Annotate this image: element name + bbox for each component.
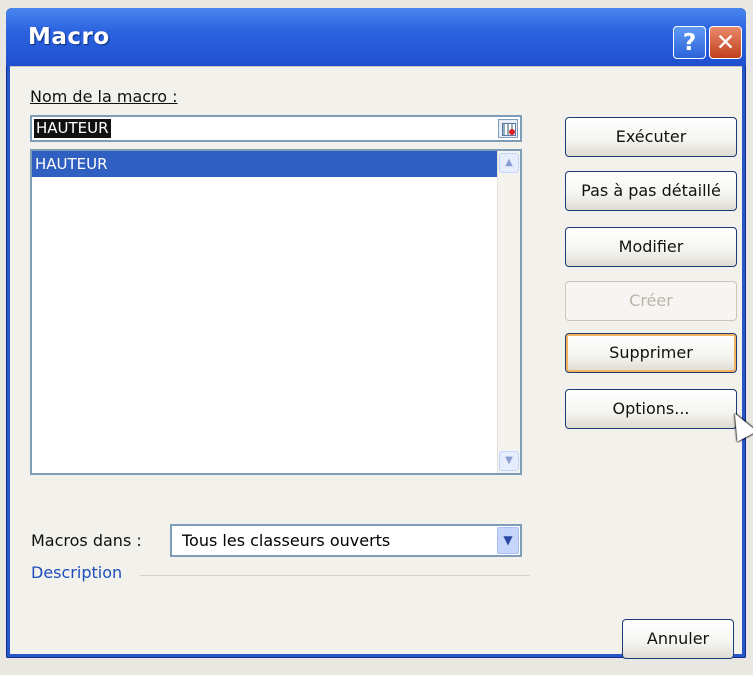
macro-name-label-text: Nom de la macro : bbox=[30, 87, 178, 106]
options-button[interactable]: Options... bbox=[565, 389, 737, 429]
refedit-icon[interactable] bbox=[498, 119, 518, 138]
description-divider bbox=[140, 575, 530, 576]
edit-button[interactable]: Modifier bbox=[565, 227, 737, 267]
macro-dialog: Macro ? ✕ Nom de la macro : HAUTEUR HAUT… bbox=[6, 8, 753, 659]
list-item[interactable]: HAUTEUR bbox=[32, 151, 498, 177]
list-scrollbar[interactable]: ▲ ▼ bbox=[497, 151, 520, 473]
scroll-up-icon[interactable]: ▲ bbox=[499, 153, 519, 173]
help-button[interactable]: ? bbox=[673, 26, 706, 59]
description-label: Description bbox=[31, 563, 123, 582]
macros-in-select[interactable]: Tous les classeurs ouverts ▼ bbox=[170, 524, 522, 557]
macro-name-value: HAUTEUR bbox=[34, 119, 111, 138]
title-bar: Macro ? ✕ bbox=[6, 8, 746, 66]
create-button[interactable]: Créer bbox=[565, 281, 737, 321]
macros-in-label: Macros dans : bbox=[31, 531, 142, 550]
macro-list[interactable]: HAUTEUR ▲ ▼ bbox=[30, 149, 522, 475]
scroll-down-icon[interactable]: ▼ bbox=[499, 451, 519, 471]
macro-name-input[interactable]: HAUTEUR bbox=[30, 115, 522, 142]
chevron-down-icon[interactable]: ▼ bbox=[497, 527, 519, 554]
execute-button[interactable]: Exécuter bbox=[565, 117, 737, 157]
cancel-button[interactable]: Annuler bbox=[622, 619, 734, 659]
dialog-body: Nom de la macro : HAUTEUR HAUTEUR ▲ ▼ Ex… bbox=[10, 66, 753, 659]
dialog-title: Macro bbox=[28, 24, 110, 50]
macro-name-label: Nom de la macro : bbox=[30, 87, 178, 106]
macros-in-value: Tous les classeurs ouverts bbox=[182, 531, 391, 550]
step-into-button[interactable]: Pas à pas détaillé bbox=[565, 171, 737, 211]
delete-button[interactable]: Supprimer bbox=[565, 333, 737, 373]
close-button[interactable]: ✕ bbox=[709, 26, 742, 59]
